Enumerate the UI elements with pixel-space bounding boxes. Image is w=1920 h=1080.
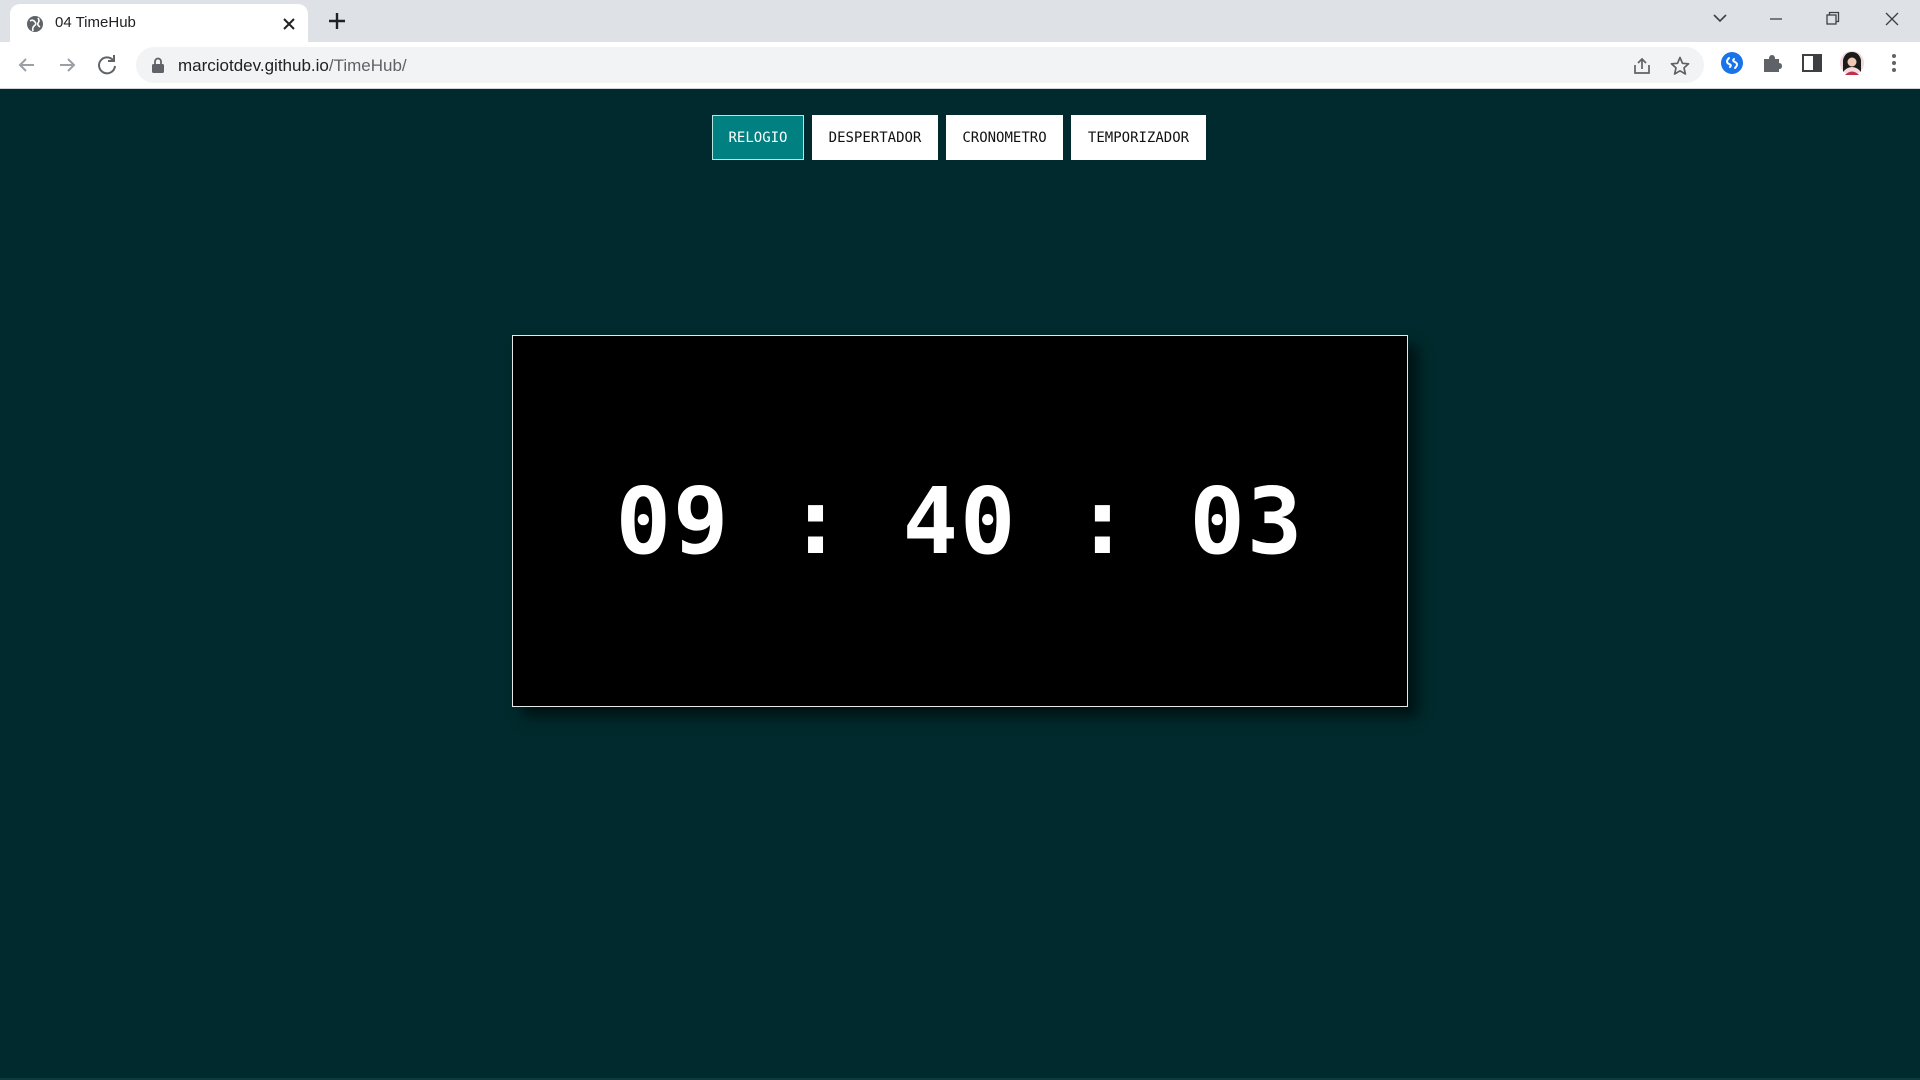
globe-icon: [27, 16, 43, 32]
url-text[interactable]: marciotdev.github.io/TimeHub/: [178, 56, 407, 76]
tab-strip: 04 TimeHub: [0, 0, 1920, 42]
browser-tab[interactable]: 04 TimeHub: [10, 4, 308, 42]
side-panel-icon[interactable]: [1799, 50, 1825, 76]
minimize-icon[interactable]: [1748, 0, 1804, 38]
tab-title: 04 TimeHub: [55, 14, 136, 31]
mode-tabs: RELOGIO DESPERTADOR CRONOMETRO TEMPORIZA…: [712, 115, 1206, 160]
url-host: marciotdev.github.io: [178, 56, 329, 75]
shazam-extension-icon[interactable]: [1719, 50, 1745, 76]
browser-window: 04 TimeHub marciotdev.github.io/TimeHub/…: [0, 0, 1920, 1080]
bookmark-star-icon[interactable]: [1669, 55, 1691, 77]
tab-cronometro[interactable]: CRONOMETRO: [946, 115, 1063, 160]
back-arrow-icon[interactable]: [12, 50, 42, 80]
tab-temporizador[interactable]: TEMPORIZADOR: [1071, 115, 1206, 160]
extensions-puzzle-icon[interactable]: [1759, 50, 1785, 76]
browser-toolbar: marciotdev.github.io/TimeHub/: [0, 42, 1920, 89]
tab-search-icon[interactable]: [1692, 0, 1748, 38]
url-path: /TimeHub/: [328, 56, 407, 75]
new-tab-icon[interactable]: [319, 5, 355, 37]
reload-icon[interactable]: [92, 50, 122, 80]
restore-icon[interactable]: [1804, 0, 1860, 38]
clock-display: 09 : 40 : 03: [512, 335, 1408, 707]
timehub-page: RELOGIO DESPERTADOR CRONOMETRO TEMPORIZA…: [0, 89, 1920, 1080]
share-icon[interactable]: [1631, 55, 1653, 77]
profile-avatar-icon[interactable]: [1839, 50, 1865, 76]
forward-arrow-icon[interactable]: [52, 50, 82, 80]
tab-relogio[interactable]: RELOGIO: [712, 115, 804, 160]
lock-icon[interactable]: [150, 56, 166, 74]
chrome-menu-icon[interactable]: [1881, 50, 1907, 76]
address-bar[interactable]: marciotdev.github.io/TimeHub/: [136, 47, 1704, 83]
clock-time: 09 : 40 : 03: [615, 467, 1305, 575]
close-window-icon[interactable]: [1864, 0, 1920, 38]
close-tab-icon[interactable]: [280, 15, 298, 33]
tab-despertador[interactable]: DESPERTADOR: [812, 115, 938, 160]
